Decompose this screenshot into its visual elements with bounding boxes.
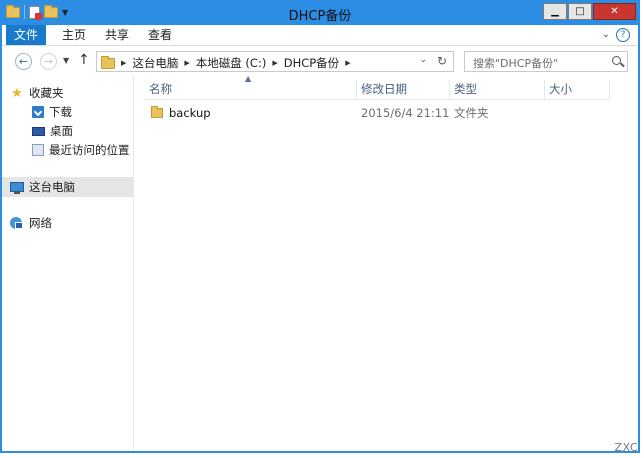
file-type: 文件夹 — [454, 106, 489, 120]
watermark: ZXC — [614, 441, 638, 454]
nav-item-desktop[interactable]: 桌面 — [32, 122, 73, 140]
breadcrumb-this-pc[interactable]: 这台电脑 — [132, 55, 178, 71]
breadcrumb-arrow-icon[interactable]: ▶ — [272, 59, 277, 67]
explorer-window: ▼ DHCP备份 ▁ □ ✕ 文件 主页 共享 查看 ⌄ ? ← → ▼ ↑ ▶… — [0, 0, 640, 453]
breadcrumb-arrow-icon[interactable]: ▶ — [345, 59, 350, 67]
window-controls: ▁ □ ✕ — [543, 3, 636, 20]
content-area: ★ 收藏夹 下载 桌面 最近访问的位置 这台电脑 网络 ▲ 名称 修改日期 类型… — [2, 74, 638, 451]
breadcrumb: ▶ 这台电脑 ▶ 本地磁盘 (C:) ▶ DHCP备份 ▶ — [101, 55, 351, 71]
ribbon-tabs: 文件 主页 共享 查看 ⌄ ? — [2, 25, 638, 46]
address-folder-icon — [101, 55, 115, 69]
file-name: backup — [169, 106, 211, 120]
maximize-button[interactable]: □ — [568, 3, 592, 20]
nav-label: 收藏夹 — [29, 86, 64, 100]
column-header-size[interactable]: 大小 — [545, 80, 610, 99]
refresh-icon[interactable]: ↻ — [437, 54, 447, 68]
back-button[interactable]: ← — [15, 53, 32, 70]
breadcrumb-dhcp-backup[interactable]: DHCP备份 — [284, 55, 339, 71]
desktop-icon — [32, 126, 45, 136]
file-row[interactable]: backup 2015/6/4 21:11 文件夹 — [145, 104, 610, 122]
nav-item-this-pc[interactable]: 这台电脑 — [10, 178, 75, 196]
breadcrumb-local-disk[interactable]: 本地磁盘 (C:) — [196, 55, 267, 71]
breadcrumb-arrow-icon[interactable]: ▶ — [121, 59, 126, 67]
download-icon — [32, 106, 44, 118]
minimize-button[interactable]: ▁ — [543, 3, 567, 20]
nav-item-downloads[interactable]: 下载 — [32, 103, 72, 121]
tab-home[interactable]: 主页 — [62, 25, 86, 45]
tab-view[interactable]: 查看 — [148, 25, 172, 45]
nav-label: 最近访问的位置 — [49, 143, 130, 157]
star-icon: ★ — [11, 85, 23, 101]
up-button[interactable]: ↑ — [78, 52, 90, 68]
forward-button[interactable]: → — [40, 53, 57, 70]
nav-item-recent-places[interactable]: 最近访问的位置 — [32, 141, 130, 159]
search-input[interactable]: 搜索"DHCP备份" — [464, 51, 628, 72]
nav-label: 这台电脑 — [29, 180, 75, 194]
header-divider — [145, 99, 610, 100]
help-icon[interactable]: ? — [616, 28, 630, 42]
nav-label: 桌面 — [50, 124, 73, 138]
nav-label: 网络 — [29, 216, 52, 230]
address-row: ← → ▼ ↑ ▶ 这台电脑 ▶ 本地磁盘 (C:) ▶ DHCP备份 ▶ ⌄ … — [2, 46, 638, 76]
folder-icon — [151, 106, 163, 118]
search-placeholder: 搜索"DHCP备份" — [473, 57, 559, 70]
navigation-pane[interactable]: ★ 收藏夹 下载 桌面 最近访问的位置 这台电脑 网络 — [2, 76, 134, 451]
network-icon — [10, 217, 24, 229]
recent-locations-dropdown-icon[interactable]: ▼ — [63, 56, 69, 65]
column-header-date[interactable]: 修改日期 — [357, 80, 450, 99]
computer-icon — [10, 182, 24, 194]
recent-places-icon — [32, 144, 44, 156]
tab-share[interactable]: 共享 — [105, 25, 129, 45]
close-button[interactable]: ✕ — [593, 3, 636, 20]
address-bar[interactable]: ▶ 这台电脑 ▶ 本地磁盘 (C:) ▶ DHCP备份 ▶ ⌄ ↻ — [96, 51, 454, 72]
search-icon[interactable] — [612, 56, 621, 65]
column-header-name[interactable]: 名称 — [145, 80, 357, 99]
title-bar[interactable]: ▼ DHCP备份 ▁ □ ✕ — [2, 2, 638, 25]
column-header-type[interactable]: 类型 — [450, 80, 545, 99]
nav-label: 下载 — [49, 105, 72, 119]
breadcrumb-arrow-icon[interactable]: ▶ — [184, 59, 189, 67]
nav-item-favorites[interactable]: ★ 收藏夹 — [10, 84, 64, 102]
file-list[interactable]: ▲ 名称 修改日期 类型 大小 backup 2015/6/4 21:11 文件… — [135, 74, 638, 451]
tab-file[interactable]: 文件 — [6, 25, 46, 45]
file-date: 2015/6/4 21:11 — [361, 106, 450, 120]
file-name-cell: backup — [151, 104, 211, 122]
nav-item-network[interactable]: 网络 — [10, 214, 52, 232]
expand-ribbon-icon[interactable]: ⌄ — [602, 29, 610, 40]
address-dropdown-icon[interactable]: ⌄ — [419, 55, 427, 65]
